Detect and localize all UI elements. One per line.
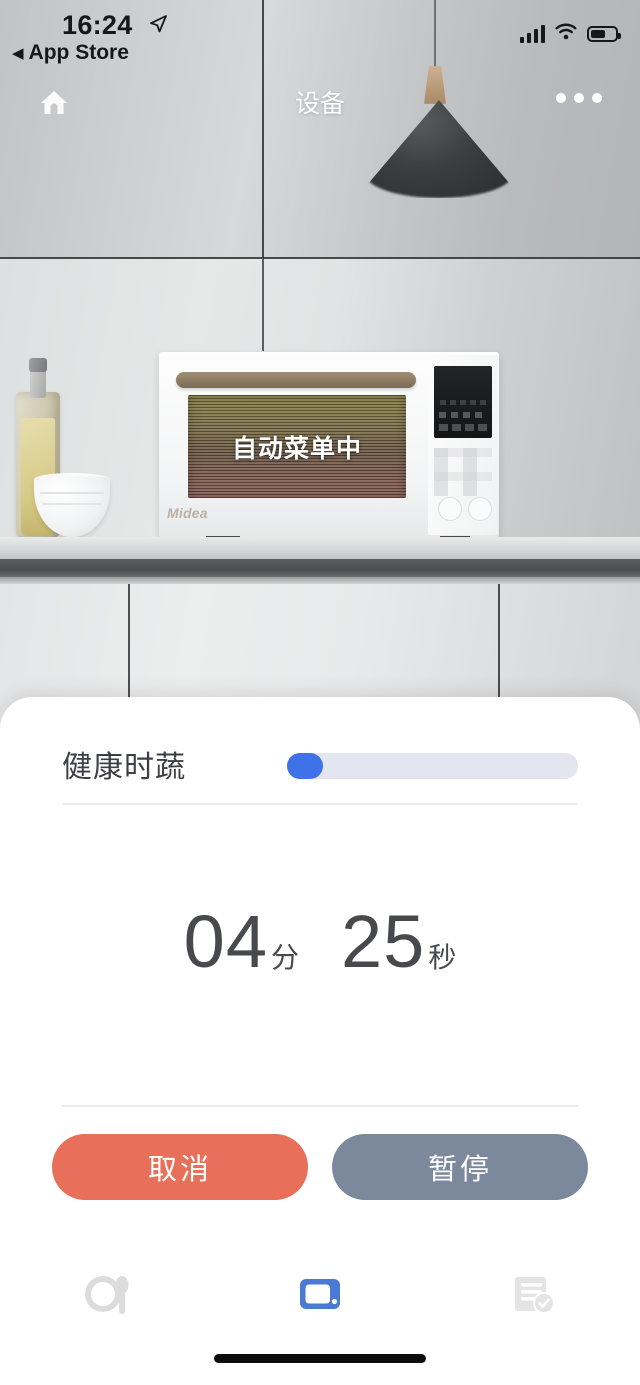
cabinet-seam-horizontal [0, 257, 640, 259]
countertop-surface [0, 537, 640, 559]
appliance-status-overlay: 自动菜单中 [231, 434, 362, 463]
timer-seconds-unit: 秒 [428, 942, 457, 973]
timer-seconds-value: 25 [341, 900, 426, 983]
card-divider-top [62, 803, 578, 805]
oil-bottle-cap [29, 358, 47, 372]
bottom-tab-bar [0, 1242, 640, 1385]
back-caret-icon: ◀ [12, 44, 24, 62]
cancel-button[interactable]: 取消 [52, 1134, 308, 1200]
page-title: 设备 [294, 90, 345, 118]
cooking-control-card: 健康时蔬 04 分 25 秒 取消 暂停 [0, 697, 640, 1242]
program-progress-row: 健康时蔬 [62, 741, 578, 787]
pause-button[interactable]: 暂停 [332, 1134, 588, 1200]
wifi-icon [554, 22, 578, 46]
cooking-progress-bar[interactable] [287, 753, 578, 779]
status-bar: 16:24 ◀ App Store [0, 0, 640, 72]
timer-seconds-segment: 25 秒 [341, 905, 456, 979]
back-app-label: App Store [28, 41, 129, 64]
location-arrow-icon [148, 14, 168, 34]
tab-recipes[interactable] [47, 1268, 167, 1325]
lcd-text-row [440, 400, 486, 405]
more-options-icon[interactable] [556, 93, 602, 103]
battery-fill [591, 30, 606, 38]
appliance-brand-logo: Midea [167, 505, 208, 521]
countertop-edge [0, 559, 640, 577]
app-nav-bar: 设备 [0, 76, 640, 128]
oil-bottle-neck [30, 368, 46, 398]
battery-icon [587, 26, 621, 42]
countertop-shadow [0, 577, 640, 584]
bowl-stack-line [42, 503, 102, 505]
appliance-device-icon [294, 1268, 346, 1325]
countdown-timer: 04 分 25 秒 [0, 905, 640, 979]
card-divider-bottom [62, 1105, 578, 1107]
cooking-progress-fill [287, 753, 323, 779]
tab-devices[interactable] [260, 1268, 380, 1325]
timer-minutes-unit: 分 [270, 942, 299, 973]
cabinet-seam-vertical-mid [262, 259, 264, 351]
plate-spoon-icon [81, 1268, 133, 1325]
microwave-door-handle [176, 372, 416, 388]
timer-minutes-value: 04 [183, 900, 268, 983]
list-check-icon [507, 1268, 559, 1325]
back-to-app-button[interactable]: ◀ App Store [12, 41, 129, 65]
microwave-round-button [468, 497, 492, 521]
program-name-label: 健康时蔬 [62, 751, 186, 784]
card-action-buttons: 取消 暂停 [52, 1134, 588, 1200]
bowl-stack-line [40, 492, 104, 494]
lcd-text-row [439, 424, 487, 431]
status-bar-indicators [520, 22, 621, 46]
home-indicator [214, 1354, 426, 1363]
microwave-round-button [438, 497, 462, 521]
status-bar-time: 16:24 [62, 10, 133, 40]
timer-minutes-segment: 04 分 [184, 905, 299, 979]
microwave-touch-button-grid [434, 448, 492, 496]
lcd-text-row [439, 412, 487, 418]
tab-records[interactable] [473, 1268, 593, 1325]
cellular-signal-icon [520, 25, 545, 43]
